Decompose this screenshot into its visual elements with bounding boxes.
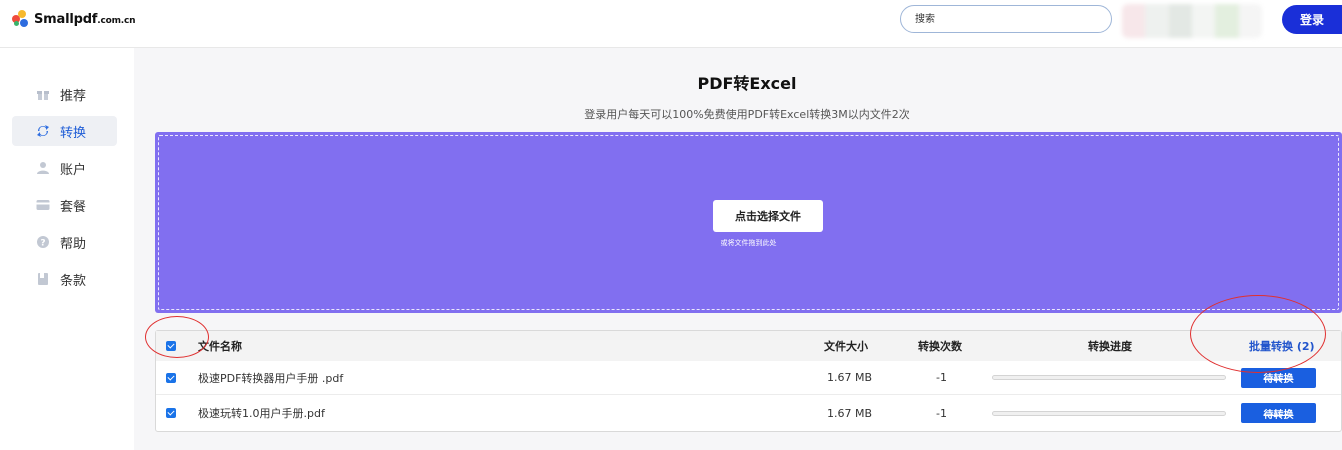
table-header-row: 文件名称 文件大小 转换次数 转换进度 批量转换 (2) [156, 331, 1341, 361]
blurred-user-avatar [1122, 4, 1262, 38]
sidebar-item-label: 账户 [60, 162, 87, 178]
pending-convert-button[interactable]: 待转换 [1241, 403, 1316, 423]
drop-hint: 或将文件拖到此处 [720, 239, 777, 247]
sidebar-item-convert[interactable]: 转换 [12, 116, 117, 146]
conversion-progress-bar [992, 410, 1226, 416]
select-all-checkbox[interactable] [166, 341, 176, 351]
main-content: PDF转Excel 登录用户每天可以100%免费使用PDF转Excel转换3M以… [134, 48, 1342, 450]
file-size: 1.67 MB [827, 406, 873, 420]
file-name: 极速PDF转换器用户手册 .pdf [198, 371, 344, 385]
document-icon [38, 273, 48, 285]
help-icon: ? [37, 236, 49, 249]
sidebar-item-label: 转换 [60, 125, 87, 141]
sidebar-item-label: 推荐 [60, 88, 87, 104]
card-icon [36, 200, 50, 210]
row-checkbox[interactable] [166, 408, 176, 418]
sidebar-item-label: 套餐 [60, 199, 87, 215]
sidebar-item-plans[interactable]: 套餐 [12, 190, 117, 220]
sidebar-item-recommend[interactable]: 推荐 [12, 79, 117, 109]
table-row: 极速玩转1.0用户手册.pdf 1.67 MB -1 待转换 [156, 396, 1341, 430]
column-header-size: 文件大小 [824, 340, 868, 353]
batch-convert-link[interactable]: 批量转换 (2) [1249, 338, 1315, 354]
convert-count: -1 [936, 371, 947, 384]
login-button[interactable]: 登录 [1282, 5, 1342, 34]
gift-icon [37, 91, 49, 100]
sidebar-item-account[interactable]: 账户 [12, 153, 117, 183]
conversion-progress-bar [992, 375, 1226, 380]
sidebar-item-terms[interactable]: 条款 [12, 264, 117, 294]
file-drop-zone[interactable]: 点击选择文件 或将文件拖到此处 [155, 132, 1342, 313]
sidebar-item-label: 条款 [60, 273, 87, 289]
convert-icon [37, 125, 49, 137]
search-input[interactable] [900, 5, 1112, 33]
choose-file-button[interactable]: 点击选择文件 [713, 200, 823, 232]
sidebar-item-help[interactable]: ? 帮助 [12, 227, 117, 257]
convert-count: -1 [936, 406, 947, 420]
pending-convert-button[interactable]: 待转换 [1241, 367, 1316, 388]
user-icon [37, 162, 49, 174]
logo-text: Smallpdf.com.cn [34, 11, 136, 27]
top-header: Smallpdf.com.cn 登录 [0, 0, 1342, 48]
table-row: 极速PDF转换器用户手册 .pdf 1.67 MB -1 待转换 [156, 361, 1341, 395]
sidebar: 推荐 转换 账户 套餐 ? 帮助 条款 [0, 48, 134, 450]
svg-text:?: ? [40, 239, 45, 249]
logo[interactable]: Smallpdf.com.cn [10, 8, 136, 30]
file-table: 文件名称 文件大小 转换次数 转换进度 批量转换 (2) 极速PDF转换器用户手… [155, 330, 1342, 432]
logo-mark-icon [10, 9, 30, 29]
column-header-progress: 转换进度 [1088, 340, 1132, 353]
page-title: PDF转Excel [697, 74, 797, 93]
page-subtitle: 登录用户每天可以100%免费使用PDF转Excel转换3M以内文件2次 [584, 108, 910, 121]
row-checkbox[interactable] [166, 372, 176, 383]
file-size: 1.67 MB [827, 371, 873, 384]
column-header-count: 转换次数 [918, 340, 962, 353]
sidebar-item-label: 帮助 [60, 236, 87, 252]
file-name: 极速玩转1.0用户手册.pdf [198, 407, 325, 420]
column-header-name: 文件名称 [198, 340, 242, 353]
